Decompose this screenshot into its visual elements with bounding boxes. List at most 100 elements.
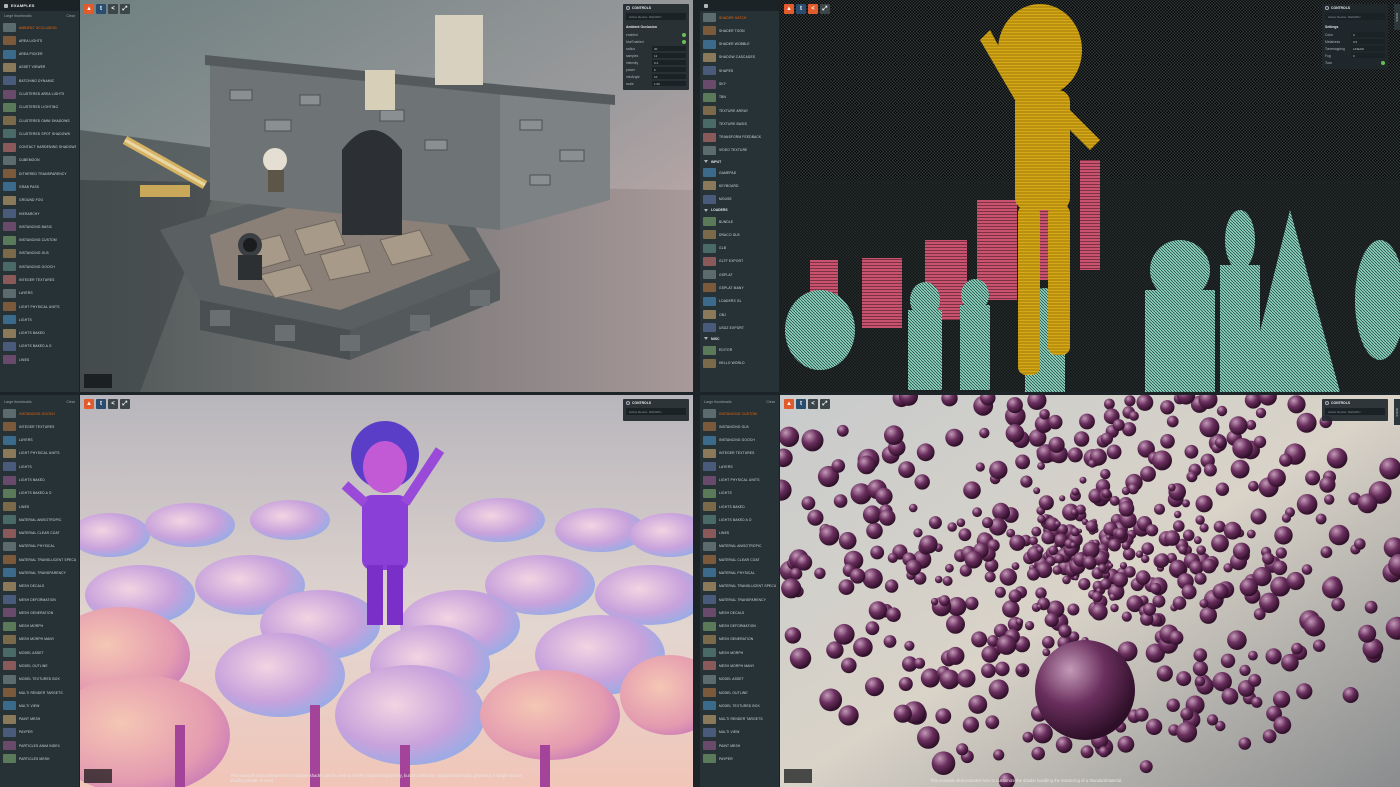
sidebar-item[interactable]: LAYERS <box>703 460 776 473</box>
sidebar-item[interactable]: LIGHTS BAKED A O <box>703 513 776 526</box>
code-icon[interactable]: < <box>808 399 818 409</box>
sidebar-item[interactable]: MOUSE <box>703 193 776 206</box>
viewport[interactable]: ▲ t < ⤢ CONTROLS Active Device: WebGPU Set… <box>780 0 1400 392</box>
sidebar-item[interactable]: MULTI VIEW <box>3 699 76 712</box>
sidebar-item[interactable]: LAYERS <box>3 287 76 300</box>
clear-button[interactable]: Clear <box>766 400 775 404</box>
sidebar-item[interactable]: PARTICLES MESH <box>3 752 76 765</box>
code-icon[interactable]: < <box>108 4 118 14</box>
sidebar-item[interactable]: MATERIAL PHYSICAL <box>3 540 76 553</box>
twitter-icon[interactable]: t <box>796 4 806 14</box>
sidebar-item[interactable]: CLUSTERED OMNI SHADOWS <box>3 114 76 127</box>
clear-button[interactable]: Clear <box>66 400 75 404</box>
twitter-icon[interactable]: t <box>96 4 106 14</box>
twitter-icon[interactable]: t <box>96 399 106 409</box>
sidebar-item[interactable]: MATERIAL CLEAR COAT <box>703 553 776 566</box>
controls-header[interactable]: CONTROLS <box>1322 4 1388 12</box>
sidebar-item[interactable]: MODEL TEXTURED BOX <box>703 699 776 712</box>
sidebar-item[interactable]: GSPLAT <box>703 268 776 281</box>
control-value-field[interactable]: 10 <box>652 74 686 79</box>
sidebar-item[interactable]: INSTANCING CUSTOM <box>3 234 76 247</box>
sidebar-item[interactable]: GSPLAT MANY <box>703 281 776 294</box>
sidebar-item[interactable]: MESH GENERATION <box>703 633 776 646</box>
sidebar-item[interactable]: LIGHTS BAKED A O <box>3 487 76 500</box>
sidebar-item[interactable]: PAINT MESH <box>703 739 776 752</box>
sidebar-item[interactable]: MODEL ASSET <box>3 646 76 659</box>
sidebar-item[interactable]: BUNDLE <box>703 215 776 228</box>
sidebar-item[interactable]: GLTF EXPORT <box>703 255 776 268</box>
sidebar-item[interactable]: DITHERED TRANSPARENCY <box>3 167 76 180</box>
toggle-checkbox[interactable] <box>682 32 686 37</box>
controls-header[interactable]: CONTROLS <box>623 399 689 407</box>
sidebar-item[interactable]: SHADER TOON <box>703 24 776 37</box>
sidebar-item[interactable]: MATERIAL ANISOTROPIC <box>3 513 76 526</box>
active-device-select[interactable]: Active Device: WebGPU <box>626 408 686 415</box>
controls-header[interactable]: CONTROLS <box>1322 399 1388 407</box>
sidebar-item[interactable]: GLB <box>703 242 776 255</box>
sidebar-item[interactable]: MESH MORPH MANY <box>703 659 776 672</box>
sidebar-item[interactable]: ASSET VIEWER <box>3 61 76 74</box>
sidebar-item[interactable]: PAYPER <box>703 752 776 765</box>
sidebar-item[interactable]: MATERIAL TRANSPARENCY <box>3 566 76 579</box>
viewport[interactable]: ▲ t < ⤢ CONTROLS Active Device: WebGPU Th… <box>50 395 693 787</box>
sidebar-category[interactable]: INPUT <box>703 157 776 166</box>
sidebar-item[interactable]: LIGHTS BAKED <box>3 473 76 486</box>
sidebar-item[interactable]: LINES <box>3 500 76 513</box>
sidebar-item[interactable]: LINES <box>3 353 76 366</box>
active-device-select[interactable]: Active Device: WebGPU <box>626 13 686 20</box>
sidebar-item[interactable]: LIGHTS BAKED <box>3 326 76 339</box>
playcanvas-logo-button[interactable]: ▲ <box>84 399 94 409</box>
sidebar-item[interactable]: LOADERS GL <box>703 295 776 308</box>
sidebar-item[interactable]: INSTANCING GLB <box>703 420 776 433</box>
sidebar-item[interactable]: INSTANCING GOOCH <box>3 407 76 420</box>
sidebar-item[interactable]: MESH MORPH <box>703 646 776 659</box>
active-device-select[interactable]: Active Device: WebGPU <box>1325 13 1385 20</box>
sidebar-item[interactable]: CLUSTERED AREA LIGHTS <box>3 87 76 100</box>
sidebar-item[interactable]: AREA PICKER <box>3 48 76 61</box>
sidebar-item[interactable]: PARTICLES ANIM INDEX <box>3 739 76 752</box>
sidebar-item[interactable]: MATERIAL CLEAR COAT <box>3 527 76 540</box>
sidebar-item[interactable]: PAINT MESH <box>3 712 76 725</box>
sidebar-item[interactable]: MODEL OUTLINE <box>703 686 776 699</box>
sidebar-item[interactable]: INTEGER TEXTURES <box>3 420 76 433</box>
viewport[interactable]: ▲ t < ⤢ CONTROLS Active Device: WebGPU Amb… <box>80 0 693 392</box>
sidebar-item[interactable]: LIGHT PHYSICAL UNITS <box>703 473 776 486</box>
sidebar-header[interactable] <box>700 0 779 11</box>
sidebar-item[interactable]: KEYBOARD <box>703 179 776 192</box>
code-icon[interactable]: < <box>108 399 118 409</box>
sidebar-item[interactable]: LIGHT PHYSICAL UNITS <box>3 300 76 313</box>
sidebar-item[interactable]: INSTANCING GOOCH <box>703 434 776 447</box>
sidebar-item[interactable]: LAYERS <box>3 434 76 447</box>
sidebar-item[interactable]: GRAB PASS <box>3 180 76 193</box>
sidebar-item[interactable]: AMBIENT OCCLUSION <box>3 21 76 34</box>
viewport[interactable]: ▲ t < ⤢ CONTROLS Active Device: WebGPU DO… <box>770 395 1400 787</box>
sidebar-item[interactable]: LIGHTS BAKED <box>703 500 776 513</box>
sidebar-item[interactable]: MATERIAL TRANSPARENCY <box>703 593 776 606</box>
sidebar-item[interactable]: LINES <box>703 527 776 540</box>
large-thumbnails-toggle[interactable]: Large thumbnails <box>704 400 732 404</box>
control-value-field[interactable]: LINEAR <box>1351 46 1385 51</box>
sidebar-item[interactable]: TBN <box>703 91 776 104</box>
sidebar-item[interactable]: MATERIAL TRANSLUCENT SPECULAR <box>3 553 76 566</box>
control-value-field[interactable]: 12 <box>652 53 686 58</box>
sidebar-item[interactable]: TEXTURE BASIS <box>703 117 776 130</box>
sidebar-item[interactable]: PAYPER <box>3 726 76 739</box>
sidebar-item[interactable]: GROUND FOG <box>3 194 76 207</box>
sidebar-item[interactable]: MESH GENERATION <box>3 606 76 619</box>
sidebar-item[interactable]: HELLO WORLD <box>703 357 776 370</box>
sidebar-item[interactable]: EDITOR <box>703 343 776 356</box>
sidebar-item[interactable]: LIGHTS <box>3 460 76 473</box>
sidebar-item[interactable]: INSTANCING BASIC <box>3 220 76 233</box>
sidebar-category[interactable]: LOADERS <box>703 206 776 215</box>
sidebar-item[interactable]: TRANSFORM FEEDBACK <box>703 131 776 144</box>
sidebar-item[interactable]: LIGHT PHYSICAL UNITS <box>3 447 76 460</box>
control-value-field[interactable]: 6 <box>652 67 686 72</box>
sidebar-item[interactable]: CLUSTERED LIGHTING <box>3 101 76 114</box>
clear-button[interactable]: Clear <box>66 14 75 18</box>
sidebar-item[interactable]: MATERIAL TRANSLUCENT SPECULAR <box>703 580 776 593</box>
sidebar-item[interactable]: SKY <box>703 77 776 90</box>
sidebar-item[interactable]: LIGHTS BAKED A O <box>3 340 76 353</box>
sidebar-item[interactable]: LIGHTS <box>3 313 76 326</box>
sidebar-item[interactable]: MATERIAL ANISOTROPIC <box>703 540 776 553</box>
sidebar-item[interactable]: MESH DEFORMATION <box>703 620 776 633</box>
